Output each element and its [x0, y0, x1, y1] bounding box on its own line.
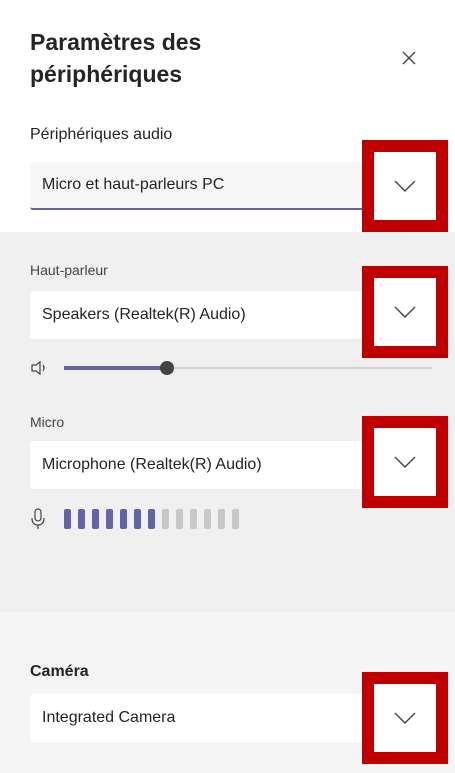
chevron-down-icon	[394, 712, 416, 724]
camera-label: Caméra	[30, 663, 89, 680]
level-bar	[134, 509, 141, 529]
audio-devices-chevron-button[interactable]	[362, 140, 448, 232]
camera-value: Integrated Camera	[42, 709, 176, 726]
speaker-volume-fill	[64, 366, 168, 370]
microphone-chevron-button[interactable]	[362, 416, 448, 508]
chevron-down-icon	[394, 180, 416, 192]
microphone-level-meter	[64, 509, 246, 529]
dialog-title: Paramètres des périphériques	[30, 29, 202, 87]
close-button[interactable]	[395, 44, 423, 72]
level-bar	[176, 509, 183, 529]
audio-devices-value: Micro et haut-parleurs PC	[42, 176, 225, 193]
close-icon	[402, 51, 416, 65]
level-bar	[204, 509, 211, 529]
chevron-down-icon	[394, 306, 416, 318]
speaker-value: Speakers (Realtek(R) Audio)	[42, 306, 246, 323]
level-bar	[92, 509, 99, 529]
microphone-value: Microphone (Realtek(R) Audio)	[42, 456, 262, 473]
microphone-icon	[31, 508, 45, 529]
level-bar	[148, 509, 155, 529]
level-bar	[64, 509, 71, 529]
audio-devices-label: Périphériques audio	[30, 126, 173, 143]
speaker-chevron-button[interactable]	[362, 266, 448, 358]
level-bar	[120, 509, 127, 529]
level-bar	[78, 509, 85, 529]
level-bar	[106, 509, 113, 529]
chevron-down-icon	[394, 456, 416, 468]
speaker-volume-thumb[interactable]	[160, 361, 175, 375]
speaker-icon	[31, 360, 45, 376]
camera-chevron-button[interactable]	[362, 672, 448, 764]
level-bar	[162, 509, 169, 529]
level-bar	[232, 509, 239, 529]
microphone-level-row	[30, 506, 246, 532]
speaker-volume-row	[30, 355, 432, 381]
speaker-volume-slider[interactable]	[64, 361, 432, 375]
level-bar	[190, 509, 197, 529]
level-bar	[218, 509, 225, 529]
speaker-label: Haut-parleur	[30, 262, 108, 278]
micro-label: Micro	[30, 414, 65, 430]
